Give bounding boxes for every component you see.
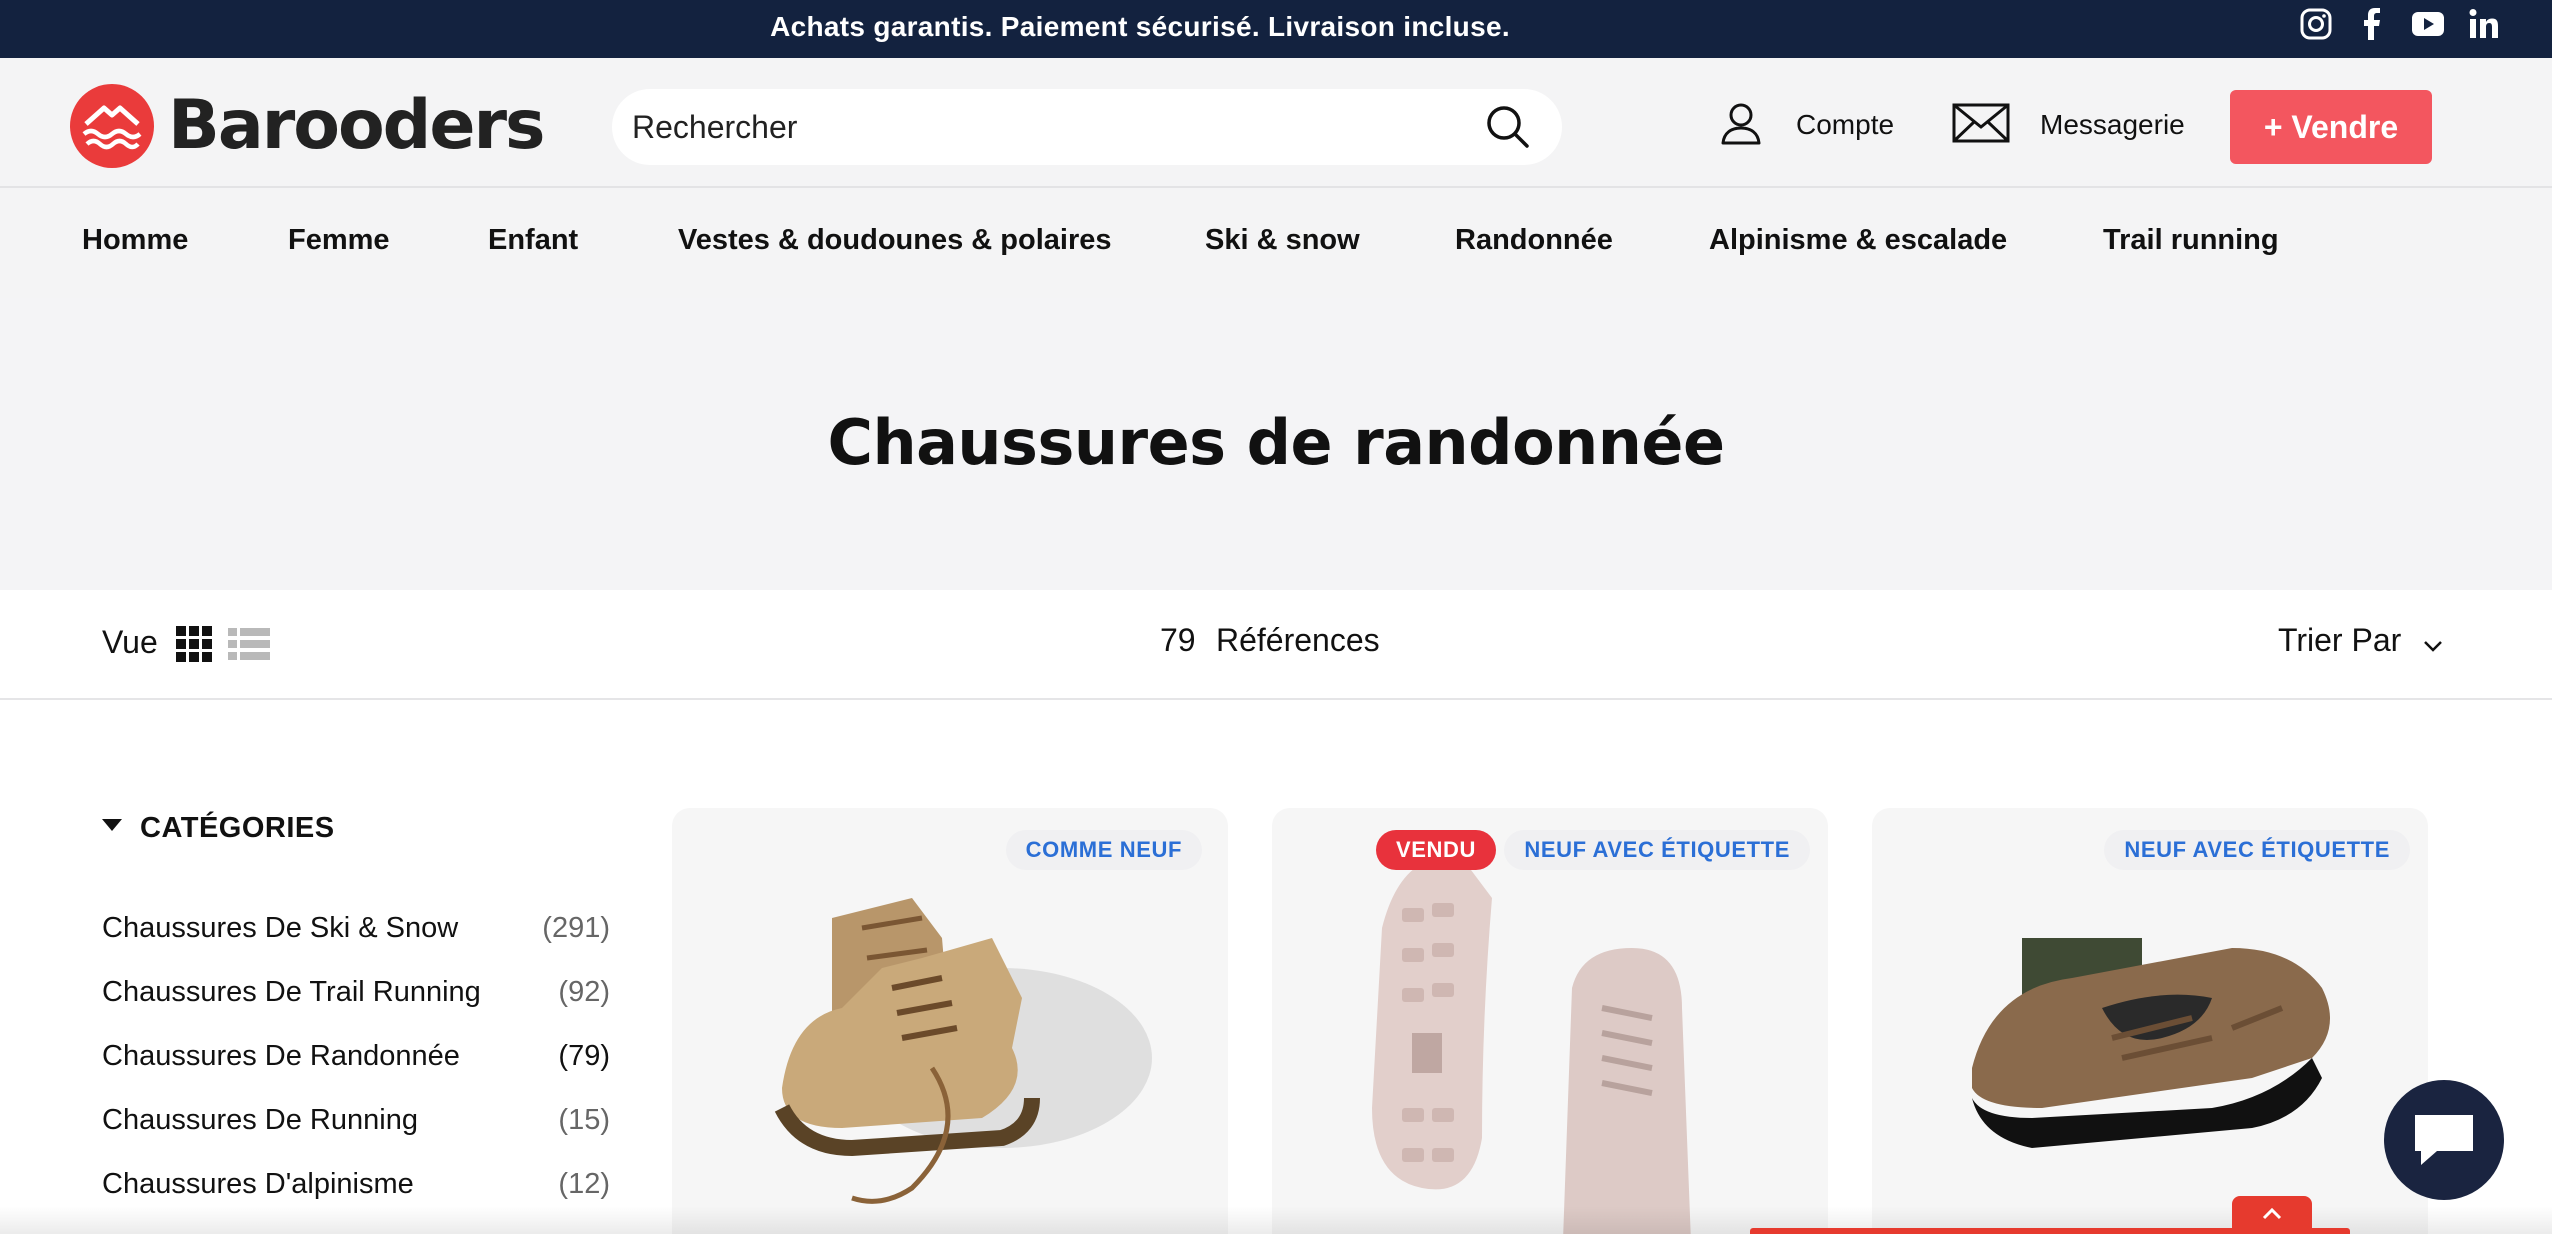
mail-icon xyxy=(1952,103,2010,148)
category-item[interactable]: Chaussures De Ski & Snow (291) xyxy=(102,912,610,952)
brand-name: Barooders xyxy=(168,86,545,165)
category-count: (92) xyxy=(558,976,610,1008)
result-count: 79 xyxy=(1160,622,1196,658)
account-label: Compte xyxy=(1796,109,1895,140)
nav-item-enfant[interactable]: Enfant xyxy=(488,188,578,292)
collection-toolbar: Vue 79 Références Trier Par xyxy=(0,590,2552,700)
instagram-icon[interactable] xyxy=(2298,6,2334,42)
grid-view-icon[interactable] xyxy=(176,626,212,662)
category-name: Chaussures De Ski & Snow xyxy=(102,912,459,944)
category-name: Chaussures De Running xyxy=(102,1104,418,1136)
product-card[interactable]: VENDU NEUF AVEC ÉTIQUETTE xyxy=(1272,808,1828,1234)
nav-item-vestes[interactable]: Vestes & doudounes & polaires xyxy=(678,188,1112,292)
category-item[interactable]: Chaussures De Trail Running (92) xyxy=(102,976,610,1016)
chat-icon xyxy=(2409,1114,2479,1174)
chat-button[interactable] xyxy=(2384,1080,2504,1200)
chevron-down-icon xyxy=(2421,629,2445,653)
announcement-text: Achats garantis. Paiement sécurisé. Livr… xyxy=(770,11,1510,42)
product-image xyxy=(1372,856,1691,1234)
search-input[interactable] xyxy=(632,89,1452,165)
search-bar xyxy=(612,89,1562,165)
scroll-top-button[interactable] xyxy=(2232,1196,2312,1234)
category-name: Chaussures De Trail Running xyxy=(102,976,481,1008)
youtube-icon[interactable] xyxy=(2410,6,2446,42)
product-card[interactable]: COMME NEUF xyxy=(672,808,1228,1234)
sort-dropdown[interactable]: Trier Par xyxy=(2278,622,2445,659)
category-item[interactable]: Chaussures D'alpinisme (12) xyxy=(102,1168,610,1208)
user-icon xyxy=(1718,100,1764,151)
result-label: Références xyxy=(1216,622,1380,658)
nav-item-homme[interactable]: Homme xyxy=(82,188,188,292)
linkedin-icon[interactable] xyxy=(2466,6,2502,42)
category-count: (291) xyxy=(542,912,610,944)
product-image xyxy=(774,898,1152,1204)
condition-badge: COMME NEUF xyxy=(1005,830,1202,870)
nav-item-femme[interactable]: Femme xyxy=(288,188,390,292)
sort-label: Trier Par xyxy=(2278,622,2402,658)
view-label: Vue xyxy=(102,624,158,660)
product-image xyxy=(1972,938,2330,1148)
product-card[interactable]: NEUF AVEC ÉTIQUETTE xyxy=(1872,808,2428,1234)
caret-down-icon xyxy=(102,819,122,838)
account-link[interactable]: Compte xyxy=(1718,90,1894,160)
messages-link[interactable]: Messagerie xyxy=(1952,90,2185,160)
categories-toggle[interactable]: CATÉGORIES xyxy=(102,812,335,845)
condition-badge: NEUF AVEC ÉTIQUETTE xyxy=(1504,830,1810,870)
category-name: Chaussures De Randonnée xyxy=(102,1040,460,1072)
nav-item-alpinisme[interactable]: Alpinisme & escalade xyxy=(1709,188,2007,292)
categories-title: CATÉGORIES xyxy=(140,812,335,844)
list-view-icon[interactable] xyxy=(228,628,270,660)
chevron-up-icon xyxy=(2260,1207,2284,1225)
collection-hero: Chaussures de randonnée xyxy=(0,298,2552,590)
category-item[interactable]: Chaussures De Running (15) xyxy=(102,1104,610,1144)
announcement-bar: Achats garantis. Paiement sécurisé. Livr… xyxy=(0,0,2552,58)
category-count: (12) xyxy=(558,1168,610,1200)
search-button[interactable] xyxy=(1484,103,1532,151)
sell-button[interactable]: + Vendre xyxy=(2230,90,2432,164)
category-count: (15) xyxy=(558,1104,610,1136)
nav-item-trail-running[interactable]: Trail running xyxy=(2103,188,2279,292)
messages-label: Messagerie xyxy=(2040,109,2185,140)
page-title: Chaussures de randonnée xyxy=(827,406,1725,479)
search-icon xyxy=(1484,106,1532,154)
brand-logo[interactable]: Barooders xyxy=(70,84,545,168)
logo-icon xyxy=(70,84,154,168)
condition-badge: NEUF AVEC ÉTIQUETTE xyxy=(2104,830,2410,870)
social-links xyxy=(2298,6,2502,42)
nav-item-randonnee[interactable]: Randonnée xyxy=(1455,188,1613,292)
category-name: Chaussures D'alpinisme xyxy=(102,1168,414,1200)
category-count: (79) xyxy=(558,1040,610,1072)
sold-badge: VENDU xyxy=(1376,830,1497,870)
site-header: Barooders Compte Messagerie + Vendre xyxy=(0,58,2552,188)
category-item-active[interactable]: Chaussures De Randonnée (79) xyxy=(102,1040,610,1080)
facebook-icon[interactable] xyxy=(2354,6,2390,42)
main-nav: Homme Femme Enfant Vestes & doudounes & … xyxy=(0,188,2552,298)
nav-item-ski-snow[interactable]: Ski & snow xyxy=(1205,188,1360,292)
